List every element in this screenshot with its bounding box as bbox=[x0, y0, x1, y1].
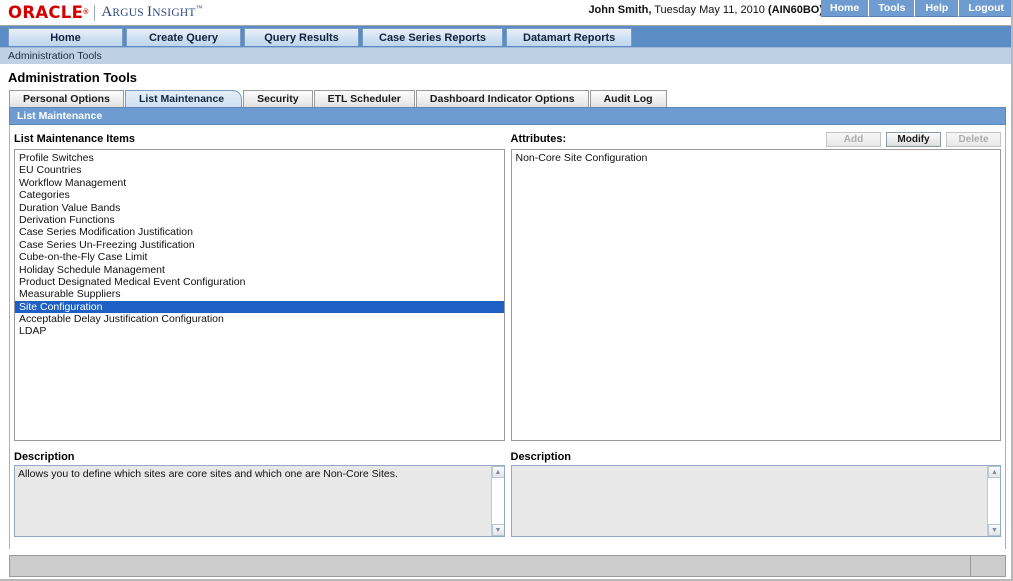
main-tab-query-results[interactable]: Query Results bbox=[244, 28, 359, 46]
left-description-text: Allows you to define which sites are cor… bbox=[18, 468, 398, 480]
list-item[interactable]: Holiday Schedule Management bbox=[15, 264, 504, 276]
top-nav-home[interactable]: Home bbox=[821, 0, 870, 17]
top-nav-help[interactable]: Help bbox=[915, 0, 960, 17]
top-nav-logout[interactable]: Logout bbox=[959, 0, 1013, 17]
list-item[interactable]: LDAP bbox=[15, 325, 504, 337]
sub-tab-bar: Personal Options List Maintenance Securi… bbox=[0, 89, 1013, 107]
right-description-text bbox=[512, 466, 1001, 468]
scroll-down-icon[interactable]: ▼ bbox=[491, 524, 504, 536]
tab-personal-options[interactable]: Personal Options bbox=[9, 90, 124, 107]
attributes-listbox[interactable]: Non-Core Site Configuration bbox=[510, 149, 1001, 441]
list-item[interactable]: Workflow Management bbox=[15, 177, 504, 189]
right-description-box[interactable]: ▲ ▼ bbox=[510, 465, 1001, 537]
product-name-nsight: NSIGHT bbox=[152, 7, 196, 19]
user-info: John Smith, Tuesday May 11, 2010 (AIN60B… bbox=[588, 4, 823, 16]
section-header-text: List Maintenance bbox=[17, 110, 103, 122]
scroll-up-icon[interactable]: ▲ bbox=[988, 466, 1001, 478]
tab-list-maintenance[interactable]: List Maintenance bbox=[124, 90, 243, 107]
list-maintenance-items-listbox[interactable]: Profile Switches EU Countries Workflow M… bbox=[14, 149, 505, 441]
top-nav-tools[interactable]: Tools bbox=[869, 0, 916, 17]
status-bar-message bbox=[10, 556, 971, 576]
panel-columns: List Maintenance Items Profile Switches … bbox=[10, 125, 1005, 537]
list-item[interactable]: EU Countries bbox=[15, 164, 504, 176]
right-description-label: Description bbox=[510, 451, 572, 463]
scroll-down-icon[interactable]: ▼ bbox=[988, 524, 1001, 536]
list-item[interactable]: Non-Core Site Configuration bbox=[512, 152, 1001, 164]
trademark-icon: ™ bbox=[195, 4, 203, 12]
application-window: ORACLE ® ARGUS INSIGHT™ John Smith, Tuesd… bbox=[0, 0, 1013, 581]
status-bar-segment bbox=[971, 556, 1005, 576]
left-description-box[interactable]: Allows you to define which sites are cor… bbox=[14, 465, 505, 537]
main-tab-datamart-reports[interactable]: Datamart Reports bbox=[506, 28, 633, 46]
session-code: (AIN60BO) bbox=[767, 4, 823, 16]
content-panel: List Maintenance Items Profile Switches … bbox=[9, 125, 1006, 549]
left-description-scrollbar[interactable]: ▲ ▼ bbox=[490, 466, 504, 536]
main-nav-bar: Home Create Query Query Results Case Ser… bbox=[0, 26, 1013, 48]
list-item[interactable]: Case Series Modification Justification bbox=[15, 226, 504, 238]
logo-divider bbox=[94, 4, 96, 21]
add-button[interactable]: Add bbox=[826, 131, 881, 147]
right-column: Attributes: Add Modify Delete Non-Core S… bbox=[510, 131, 1001, 537]
list-item-selected[interactable]: Site Configuration bbox=[15, 300, 504, 314]
list-item[interactable]: Product Designated Medical Event Configu… bbox=[15, 276, 504, 288]
page-title-text: Administration Tools bbox=[8, 69, 138, 85]
tab-audit-log[interactable]: Audit Log bbox=[589, 90, 667, 107]
product-name: ARGUS INSIGHT™ bbox=[101, 4, 202, 21]
list-item[interactable]: Duration Value Bands bbox=[15, 202, 504, 214]
list-item[interactable]: Categories bbox=[15, 189, 504, 201]
logo-area: ORACLE ® ARGUS INSIGHT™ bbox=[8, 3, 203, 22]
attribute-action-buttons: Add Modify Delete bbox=[826, 131, 1001, 147]
top-nav: Home Tools Help Logout bbox=[821, 0, 1013, 17]
main-tab-home[interactable]: Home bbox=[8, 28, 123, 46]
breadcrumb-text: Administration Tools bbox=[8, 50, 102, 62]
oracle-logo: ORACLE bbox=[8, 3, 84, 22]
session-date: Tuesday May 11, 2010 bbox=[651, 4, 768, 16]
oracle-registered-icon: ® bbox=[83, 9, 89, 16]
brand-bar: ORACLE ® ARGUS INSIGHT™ John Smith, Tuesd… bbox=[0, 0, 1013, 26]
list-item[interactable]: Case Series Un-Freezing Justification bbox=[15, 239, 504, 251]
left-description-label: Description bbox=[14, 451, 75, 463]
list-item[interactable]: Cube-on-the-Fly Case Limit bbox=[15, 251, 504, 263]
delete-button[interactable]: Delete bbox=[946, 131, 1001, 147]
list-maintenance-items-label: List Maintenance Items bbox=[14, 133, 136, 145]
user-name: John Smith, bbox=[588, 4, 652, 16]
product-name-rgus: RGUS bbox=[112, 7, 147, 19]
main-tab-create-query[interactable]: Create Query bbox=[126, 28, 241, 46]
main-tab-case-series-reports[interactable]: Case Series Reports bbox=[362, 28, 503, 46]
list-item[interactable]: Derivation Functions bbox=[15, 214, 504, 226]
right-description-scrollbar[interactable]: ▲ ▼ bbox=[987, 466, 1001, 536]
product-name-a: A bbox=[101, 4, 113, 20]
tab-etl-scheduler[interactable]: ETL Scheduler bbox=[313, 90, 415, 107]
list-item[interactable]: Profile Switches bbox=[15, 152, 504, 164]
right-column-header: Attributes: Add Modify Delete bbox=[510, 131, 1001, 147]
list-item[interactable]: Acceptable Delay Justification Configura… bbox=[15, 313, 504, 325]
tab-security[interactable]: Security bbox=[243, 90, 313, 107]
tab-dashboard-indicator-options[interactable]: Dashboard Indicator Options bbox=[415, 90, 589, 107]
page-title: Administration Tools bbox=[0, 65, 1013, 89]
scroll-up-icon[interactable]: ▲ bbox=[491, 466, 504, 478]
breadcrumb: Administration Tools bbox=[0, 48, 1013, 65]
status-bar bbox=[9, 555, 1006, 577]
modify-button[interactable]: Modify bbox=[886, 131, 941, 147]
left-column-header: List Maintenance Items bbox=[14, 131, 505, 147]
section-header: List Maintenance bbox=[9, 107, 1006, 125]
list-item[interactable]: Measurable Suppliers bbox=[15, 288, 504, 300]
left-column: List Maintenance Items Profile Switches … bbox=[14, 131, 505, 537]
attributes-label: Attributes: bbox=[510, 133, 567, 145]
